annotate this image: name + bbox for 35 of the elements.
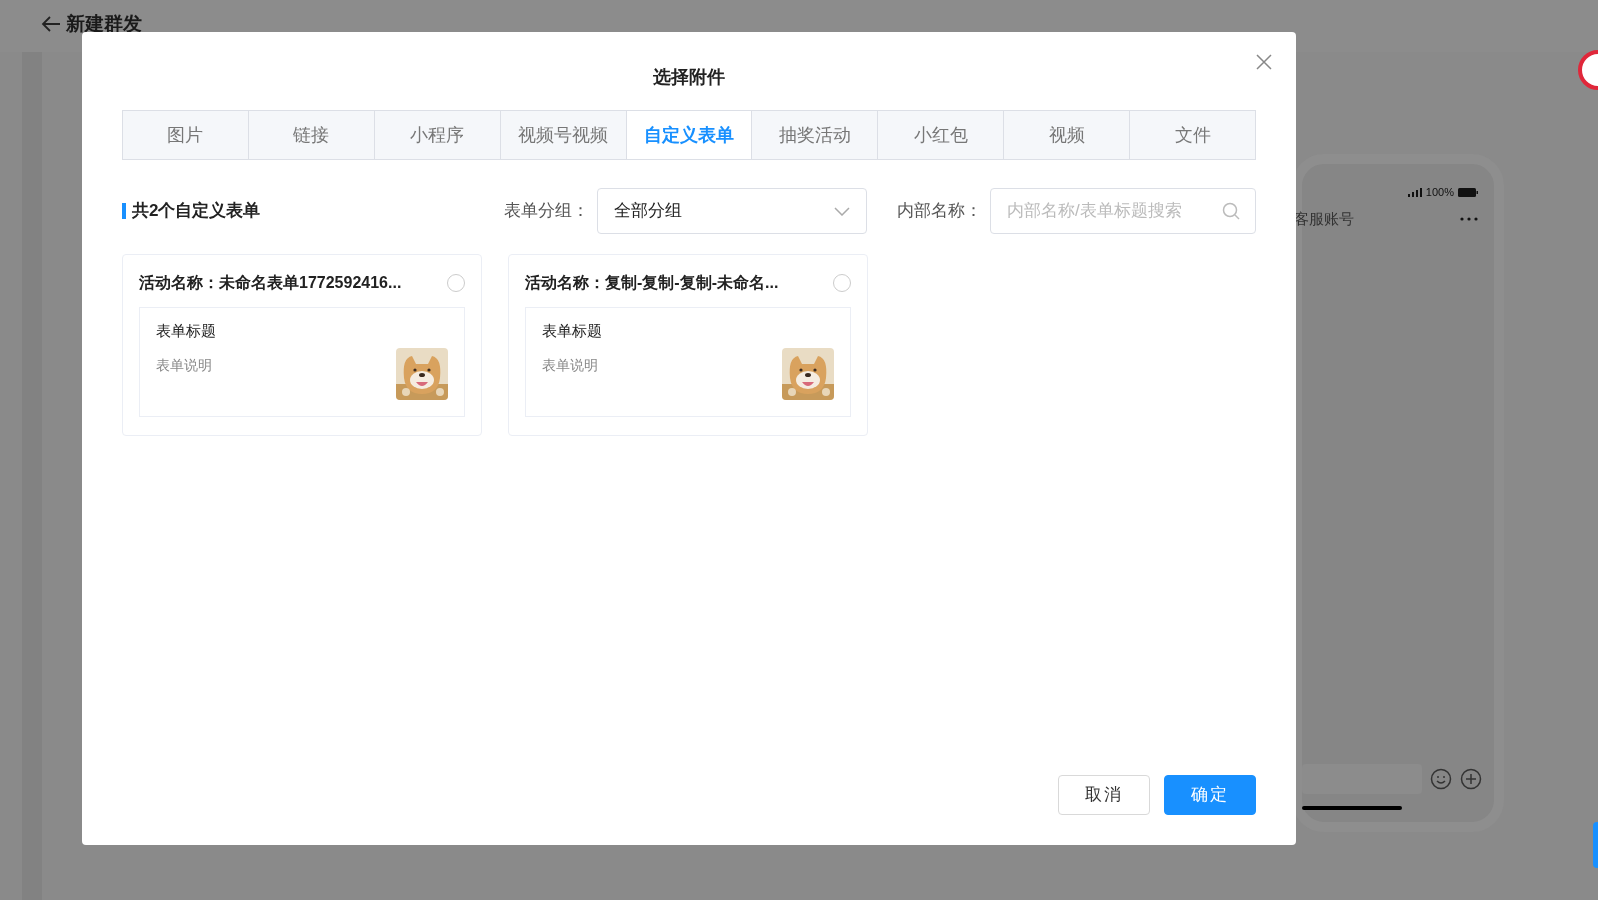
confirm-button[interactable]: 确定 xyxy=(1164,775,1256,815)
tab[interactable]: 自定义表单 xyxy=(626,111,753,159)
name-filter-label: 内部名称： xyxy=(897,200,982,223)
page-title: 新建群发 xyxy=(66,11,142,36)
emoji-icon[interactable] xyxy=(1430,768,1452,790)
form-title: 表单标题 xyxy=(542,321,602,341)
form-title: 表单标题 xyxy=(156,321,216,341)
form-description: 表单说明 xyxy=(156,355,213,375)
chevron-down-icon xyxy=(834,206,850,216)
tab[interactable]: 图片 xyxy=(123,111,249,159)
tab[interactable]: 小程序 xyxy=(374,111,501,159)
plus-icon[interactable] xyxy=(1460,768,1482,790)
search-icon xyxy=(1222,202,1240,220)
summary-heading: 共2个自定义表单 xyxy=(122,203,261,219)
signal-icon xyxy=(1407,187,1422,197)
cancel-button[interactable]: 取消 xyxy=(1058,775,1150,815)
form-card[interactable]: 活动名称：未命名表单1772592416... 表单标题 表单说明 xyxy=(122,254,482,436)
form-description: 表单说明 xyxy=(542,355,599,375)
tab[interactable]: 视频 xyxy=(1004,111,1131,159)
form-card[interactable]: 活动名称：复制-复制-复制-未命名... 表单标题 表单说明 xyxy=(508,254,868,436)
dialog-title: 选择附件 xyxy=(653,66,725,89)
battery-icon xyxy=(1458,187,1478,197)
close-icon[interactable] xyxy=(1256,54,1272,70)
tab[interactable]: 抽奖活动 xyxy=(752,111,879,159)
group-filter-label: 表单分组： xyxy=(504,200,589,223)
search-field[interactable]: 内部名称/表单标题搜索 xyxy=(990,188,1256,234)
form-name: 活动名称：复制-复制-复制-未命名... xyxy=(525,273,779,293)
form-name: 活动名称：未命名表单1772592416... xyxy=(139,273,402,293)
tab[interactable]: 文件 xyxy=(1130,111,1255,159)
group-select[interactable]: 全部分组 xyxy=(597,188,867,234)
tab[interactable]: 链接 xyxy=(248,111,375,159)
tab[interactable]: 视频号视频 xyxy=(500,111,627,159)
battery-text: 100% xyxy=(1425,184,1454,200)
more-icon[interactable] xyxy=(1460,217,1478,222)
tab[interactable]: 小红包 xyxy=(878,111,1005,159)
